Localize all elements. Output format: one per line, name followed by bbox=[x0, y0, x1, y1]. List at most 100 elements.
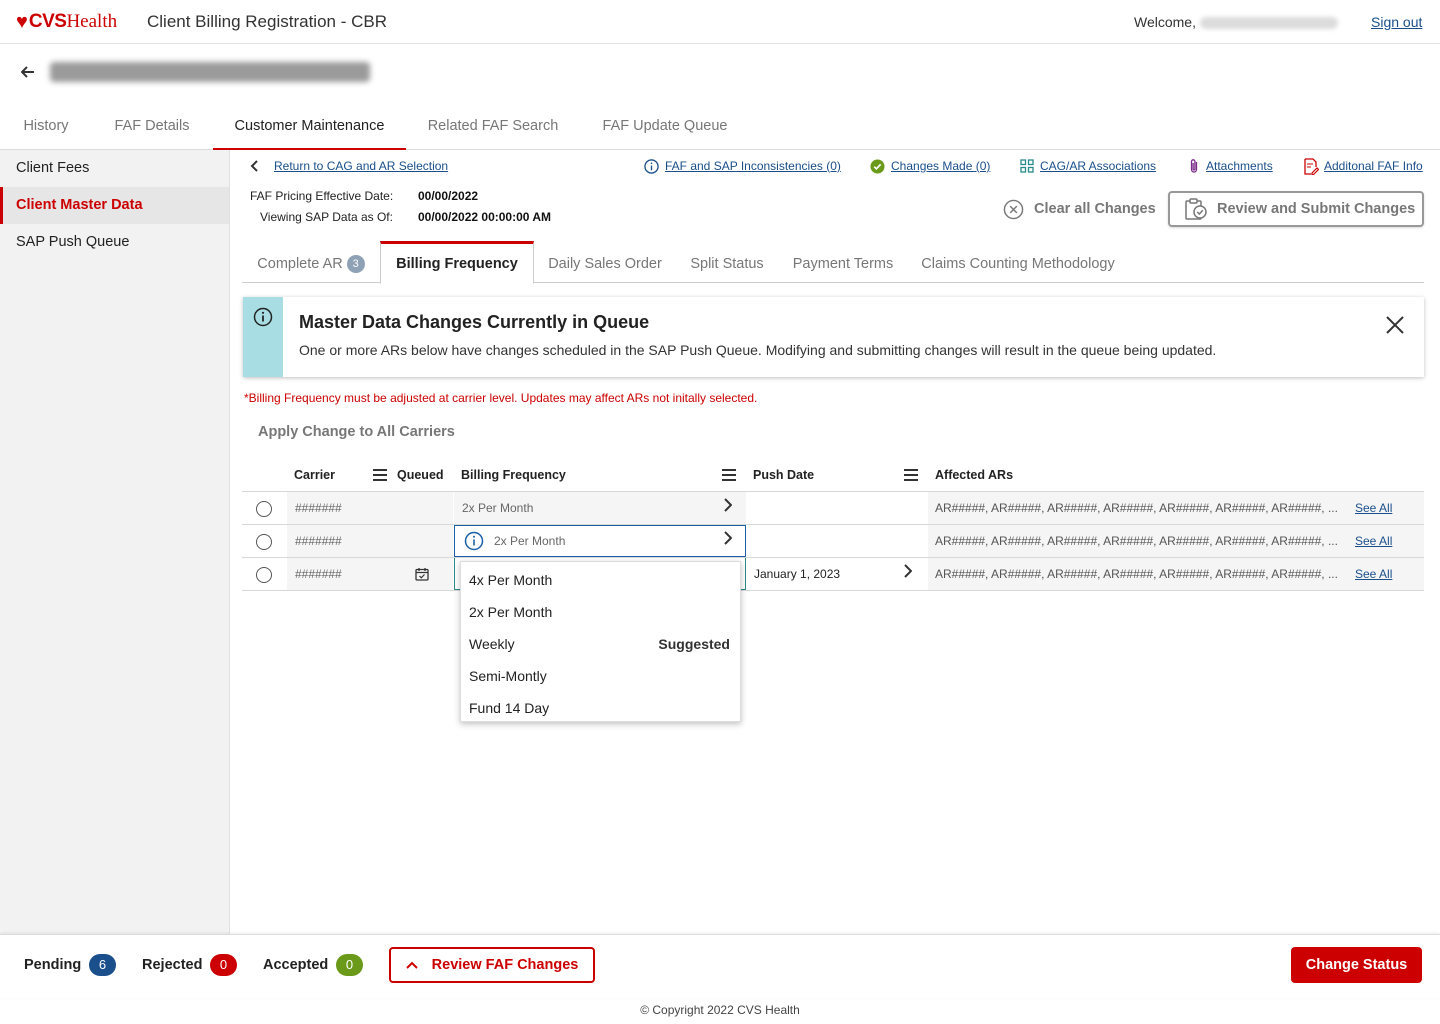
review-faf-changes-button[interactable]: Review FAF Changes bbox=[389, 947, 595, 983]
accepted-label: Accepted bbox=[263, 957, 329, 973]
chevron-right-icon[interactable] bbox=[724, 498, 733, 517]
see-all-link[interactable]: See All bbox=[1355, 501, 1392, 515]
billing-frequency-dropdown: 4x Per Month 2x Per Month Weekly Suggest… bbox=[460, 561, 741, 722]
tab-history[interactable]: History bbox=[14, 104, 78, 150]
pending-count-badge: 6 bbox=[89, 954, 116, 976]
tab-billing-frequency[interactable]: Billing Frequency bbox=[380, 241, 534, 284]
billing-frequency-value[interactable]: 2x Per Month bbox=[494, 534, 565, 548]
billing-frequency-value[interactable]: 2x Per Month bbox=[462, 501, 533, 515]
copyright-text: © Copyright 2022 CVS Health bbox=[640, 1003, 800, 1017]
sidebar-item-client-master-data[interactable]: Client Master Data bbox=[0, 187, 229, 224]
dropdown-option[interactable]: 2x Per Month bbox=[469, 604, 552, 620]
tab-claims-counting-methodology[interactable]: Claims Counting Methodology bbox=[916, 241, 1120, 283]
review-submit-button[interactable]: Review and Submit Changes bbox=[1168, 191, 1424, 227]
cag-ar-associations-link[interactable]: CAG/AR Associations bbox=[1040, 159, 1156, 173]
alert-accent bbox=[243, 297, 283, 377]
affected-ars-value: AR#####, AR#####, AR#####, AR#####, AR##… bbox=[935, 567, 1338, 581]
col-header-carrier[interactable]: Carrier bbox=[294, 468, 335, 482]
tab-faf-details[interactable]: FAF Details bbox=[106, 104, 198, 150]
sidebar-item-sap-push-queue[interactable]: SAP Push Queue bbox=[0, 224, 229, 261]
column-menu-icon[interactable] bbox=[373, 469, 387, 481]
additional-info-link-group[interactable]: Additonal FAF Info bbox=[1302, 157, 1423, 175]
tab-complete-ar-label: Complete AR bbox=[257, 256, 343, 272]
complete-ar-count-badge: 3 bbox=[346, 255, 365, 273]
calendar-check-icon[interactable] bbox=[415, 567, 429, 581]
info-icon bbox=[644, 158, 659, 174]
row-radio[interactable] bbox=[256, 501, 272, 517]
col-header-queued[interactable]: Queued bbox=[397, 468, 444, 482]
tab-customer-maintenance[interactable]: Customer Maintenance bbox=[213, 104, 406, 150]
change-status-button[interactable]: Change Status bbox=[1291, 947, 1422, 983]
attachments-link-group[interactable]: Attachments bbox=[1188, 158, 1273, 174]
sidebar-item-client-fees[interactable]: Client Fees bbox=[0, 150, 229, 187]
carrier-value: ####### bbox=[295, 534, 342, 548]
clear-all-changes-button[interactable]: Clear all Changes bbox=[1003, 197, 1156, 221]
review-submit-label: Review and Submit Changes bbox=[1217, 201, 1416, 217]
faf-sap-inconsistencies-link[interactable]: FAF and SAP Inconsistencies (0) bbox=[665, 159, 841, 173]
apply-all-carriers-button[interactable]: Apply Change to All Carriers bbox=[258, 424, 455, 440]
back-arrow-icon[interactable] bbox=[18, 62, 38, 82]
app-title: Client Billing Registration - CBR bbox=[147, 12, 387, 31]
billing-frequency-warning: *Billing Frequency must be adjusted at c… bbox=[244, 391, 758, 405]
viewing-date-value: 00/00/2022 00:00:00 AM bbox=[418, 210, 551, 224]
chevron-right-icon[interactable] bbox=[904, 564, 913, 583]
row-radio[interactable] bbox=[256, 567, 272, 583]
pending-label: Pending bbox=[24, 957, 82, 973]
sub-tabs: Complete AR 3 Billing Frequency Daily Sal… bbox=[242, 241, 1424, 284]
viewing-date-label: Viewing SAP Data as Of: bbox=[260, 210, 393, 224]
alert-body: One or more ARs below have changes sched… bbox=[299, 342, 1217, 358]
rejected-label: Rejected bbox=[142, 957, 203, 973]
chevron-left-icon bbox=[248, 160, 260, 172]
review-faf-changes-label: Review FAF Changes bbox=[431, 957, 579, 973]
tab-daily-sales-order[interactable]: Daily Sales Order bbox=[540, 241, 670, 283]
close-icon[interactable] bbox=[1383, 313, 1407, 337]
see-all-link[interactable]: See All bbox=[1355, 567, 1392, 581]
changes-made-link-group[interactable]: Changes Made (0) bbox=[870, 158, 990, 174]
suggested-label: Suggested bbox=[658, 636, 730, 652]
table-bottom-border bbox=[242, 590, 1424, 591]
edit-document-icon bbox=[1302, 157, 1319, 175]
tab-faf-update-queue[interactable]: FAF Update Queue bbox=[595, 104, 735, 150]
user-name-redacted bbox=[1199, 17, 1338, 30]
inconsistencies-link-group[interactable]: FAF and SAP Inconsistencies (0) bbox=[644, 158, 841, 174]
changes-made-link[interactable]: Changes Made (0) bbox=[891, 159, 990, 173]
return-link-group[interactable]: Return to CAG and AR Selection bbox=[248, 158, 448, 174]
additional-faf-info-link[interactable]: Additonal FAF Info bbox=[1324, 159, 1423, 173]
tab-complete-ar[interactable]: Complete AR 3 bbox=[242, 241, 380, 283]
row-radio[interactable] bbox=[256, 534, 272, 550]
column-menu-icon[interactable] bbox=[722, 469, 736, 481]
top-bar: ♥ CVS Health Client Billing Registration… bbox=[0, 0, 1440, 44]
tab-payment-terms[interactable]: Payment Terms bbox=[786, 241, 900, 283]
rejected-count-badge: 0 bbox=[210, 954, 237, 976]
col-header-affected-ars[interactable]: Affected ARs bbox=[935, 468, 1013, 482]
clear-all-changes-label: Clear all Changes bbox=[1034, 201, 1156, 217]
push-date-value[interactable]: January 1, 2023 bbox=[754, 567, 840, 581]
brand-health: Health bbox=[66, 11, 118, 32]
dropdown-option[interactable]: Fund 14 Day bbox=[469, 700, 549, 716]
heart-icon: ♥ bbox=[16, 11, 28, 33]
associations-link-group[interactable]: CAG/AR Associations bbox=[1020, 158, 1156, 174]
dropdown-option[interactable]: Weekly bbox=[469, 636, 515, 652]
cvs-health-logo: ♥ CVS Health bbox=[16, 11, 117, 33]
see-all-link[interactable]: See All bbox=[1355, 534, 1392, 548]
welcome-label: Welcome, bbox=[1134, 14, 1196, 30]
col-header-billing-frequency[interactable]: Billing Frequency bbox=[461, 468, 566, 482]
return-to-cag-link[interactable]: Return to CAG and AR Selection bbox=[274, 159, 448, 173]
sign-out-link[interactable]: Sign out bbox=[1371, 14, 1422, 30]
info-icon bbox=[253, 307, 273, 327]
tab-related-faf-search[interactable]: Related FAF Search bbox=[420, 104, 566, 150]
dropdown-option[interactable]: 4x Per Month bbox=[469, 572, 552, 588]
carrier-value: ####### bbox=[295, 567, 342, 581]
dropdown-option[interactable]: Semi-Montly bbox=[469, 668, 547, 684]
grid-icon bbox=[1020, 159, 1034, 173]
accepted-count-badge: 0 bbox=[336, 954, 363, 976]
tab-split-status[interactable]: Split Status bbox=[682, 241, 772, 283]
column-menu-icon[interactable] bbox=[904, 469, 918, 481]
info-icon[interactable] bbox=[464, 531, 484, 551]
chevron-right-icon[interactable] bbox=[724, 531, 733, 550]
brand-cvs: CVS bbox=[28, 11, 67, 32]
welcome-text: Welcome, bbox=[1134, 14, 1338, 30]
check-circle-icon bbox=[870, 158, 885, 174]
attachments-link[interactable]: Attachments bbox=[1206, 159, 1273, 173]
col-header-push-date[interactable]: Push Date bbox=[753, 468, 814, 482]
